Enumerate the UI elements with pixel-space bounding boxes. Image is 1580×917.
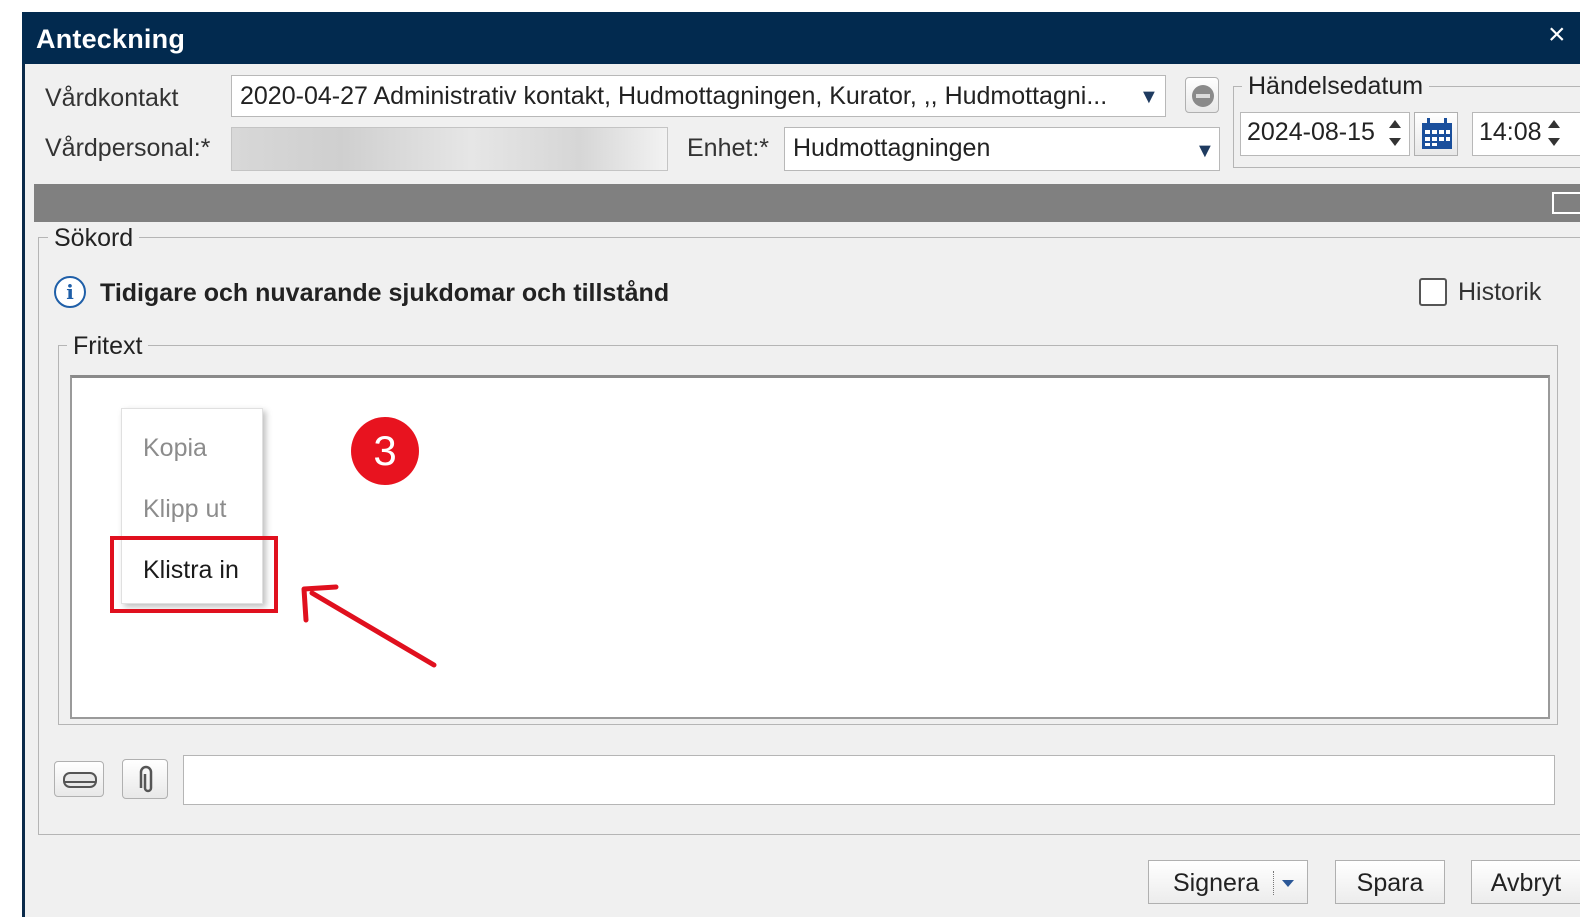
vardpersonal-label: Vårdpersonal:* (45, 134, 211, 162)
enhet-value: Hudmottagningen (793, 134, 991, 162)
calendar-icon (1422, 118, 1452, 149)
date-spinner-icon[interactable] (1386, 116, 1404, 150)
time-value: 14:08 (1479, 118, 1542, 146)
window-title: Anteckning (36, 24, 186, 54)
sokord-heading: Tidigare och nuvarande sjukdomar och til… (100, 279, 670, 307)
eraser-icon (63, 772, 97, 788)
date-value: 2024-08-15 (1247, 118, 1375, 146)
info-icon: i (54, 276, 86, 308)
paperclip-icon (139, 765, 153, 793)
historik-label: Historik (1458, 278, 1542, 306)
menu-item-klipp-ut[interactable]: Klipp ut (143, 495, 226, 524)
vardkontakt-label: Vårdkontakt (45, 84, 179, 112)
vardpersonal-field-redacted[interactable] (231, 127, 668, 171)
step-badge: 3 (351, 417, 419, 485)
signera-label: Signera (1173, 869, 1260, 897)
chevron-down-icon[interactable] (1279, 877, 1297, 889)
no-entry-icon (1192, 85, 1214, 107)
highlight-box (110, 536, 278, 613)
date-field[interactable]: 2024-08-15 (1240, 112, 1410, 156)
enhet-chevron-down-icon[interactable]: ▼ (1195, 140, 1215, 163)
enhet-dropdown[interactable]: Hudmottagningen (784, 127, 1220, 171)
vardkontakt-dropdown[interactable]: 2020-04-27 Administrativ kontakt, Hudmot… (231, 75, 1166, 117)
arrow-pointer-icon (301, 584, 437, 668)
attachment-field[interactable] (183, 755, 1555, 805)
lookup-button[interactable] (1185, 77, 1219, 113)
maximize-icon[interactable] (1552, 192, 1580, 214)
vardkontakt-value: 2020-04-27 Administrativ kontakt, Hudmot… (240, 82, 1108, 110)
handelsedatum-legend: Händelsedatum (1242, 72, 1430, 101)
enhet-label: Enhet:* (687, 134, 770, 162)
sokord-legend: Sökord (48, 224, 140, 253)
fritext-legend: Fritext (67, 332, 149, 361)
close-icon[interactable]: × (1548, 20, 1566, 50)
vardkontakt-chevron-down-icon[interactable]: ▼ (1139, 86, 1159, 109)
title-bar[interactable] (22, 12, 1580, 64)
eraser-button[interactable] (54, 761, 104, 797)
spara-button[interactable]: Spara (1335, 860, 1445, 904)
historik-checkbox[interactable] (1419, 278, 1447, 306)
avbryt-button[interactable]: Avbryt (1471, 860, 1580, 904)
time-field[interactable]: 14:08 (1472, 112, 1580, 156)
time-spinner-icon[interactable] (1545, 116, 1563, 150)
menu-item-kopia[interactable]: Kopia (143, 434, 207, 463)
section-toolbar (34, 184, 1580, 222)
signera-button[interactable]: Signera (1148, 860, 1308, 904)
calendar-button[interactable] (1414, 112, 1458, 156)
attach-button[interactable] (122, 759, 168, 799)
split-divider (1273, 871, 1274, 895)
